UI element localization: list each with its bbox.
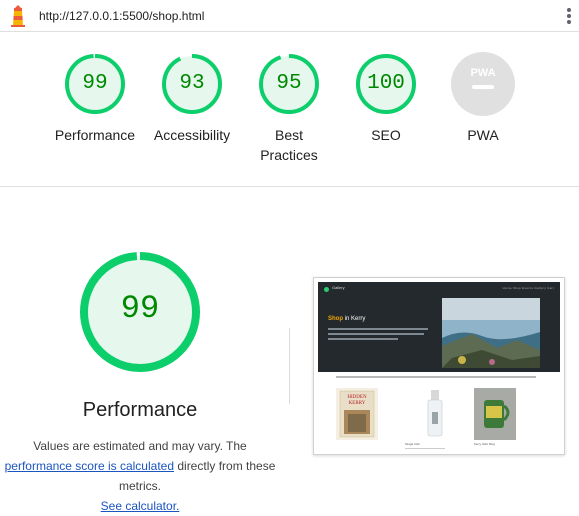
thumb-product-bottle [414, 388, 456, 440]
score-calculated-link[interactable]: performance score is calculated [5, 459, 174, 473]
browser-toolbar: http://127.0.0.1:5500/shop.html [0, 0, 579, 32]
thumb-coast-image [442, 298, 540, 368]
thumb-nav: Home Shop Events Gallery Cart [502, 286, 554, 290]
thumb-heading-accent: Shop [328, 316, 343, 322]
performance-title: Performance [82, 399, 198, 421]
thumb-book-title-2: KERRY [349, 401, 366, 406]
category-gauges: 99 Performance 93 Accessibility 95 Best Pract… [0, 52, 579, 182]
thumb-paragraph [328, 328, 428, 343]
gauge-pwa[interactable]: PWA PWA [434, 52, 532, 145]
gauge-score: 93 [179, 72, 205, 95]
page-url: http://127.0.0.1:5500/shop.html [39, 9, 205, 23]
thumb-heading-rest: in Kerry [343, 316, 366, 322]
gauge-label: Best Practices [260, 127, 318, 163]
vertical-divider [289, 328, 290, 404]
desc-text: Values are estimated and may vary. The [33, 439, 247, 453]
pwa-badge-text: PWA [470, 67, 495, 79]
gauge-label: PWA [467, 127, 499, 143]
gauge-score: 99 [82, 72, 108, 95]
thumb-product-line [405, 448, 445, 449]
gauge-seo[interactable]: 100 SEO [337, 52, 435, 145]
thumb-brand: Gallery [332, 285, 345, 290]
gauge-performance[interactable]: 99 Performance [46, 52, 144, 145]
gauge-accessibility[interactable]: 93 Accessibility [143, 52, 241, 145]
gauge-label: Accessibility [153, 127, 231, 143]
gauge-score: 100 [367, 72, 405, 95]
thumb-product-mug [474, 388, 516, 440]
see-calculator-link[interactable]: See calculator. [101, 499, 180, 513]
performance-score: 99 [120, 290, 160, 327]
thumb-heading: Shop in Kerry [328, 316, 365, 322]
thumb-logo-icon [324, 287, 329, 292]
thumb-product-book: HIDDEN KERRY [336, 388, 378, 440]
page-screenshot-thumbnail[interactable]: Gallery Home Shop Events Gallery Cart Sh… [313, 277, 565, 455]
lighthouse-icon [11, 5, 25, 27]
thumb-hero: Gallery Home Shop Events Gallery Cart Sh… [318, 282, 560, 372]
performance-description: Values are estimated and may vary. The p… [0, 436, 280, 516]
pwa-dash-icon [472, 85, 494, 89]
thumb-product-label: Kerry Glitz Mug [474, 442, 495, 446]
gauge-best-practices[interactable]: 95 Best Practices [240, 52, 338, 165]
pwa-badge-icon: PWA [451, 52, 515, 116]
section-divider [0, 186, 579, 187]
gauge-score: 95 [276, 72, 302, 95]
thumb-caption [336, 376, 536, 378]
thumb-product-label: Single Irish [405, 442, 420, 446]
thumb-book-title-1: HIDDEN [347, 395, 367, 400]
gauge-label: SEO [371, 127, 401, 143]
kebab-menu-icon[interactable] [563, 6, 575, 26]
gauge-label: Performance [54, 127, 136, 143]
